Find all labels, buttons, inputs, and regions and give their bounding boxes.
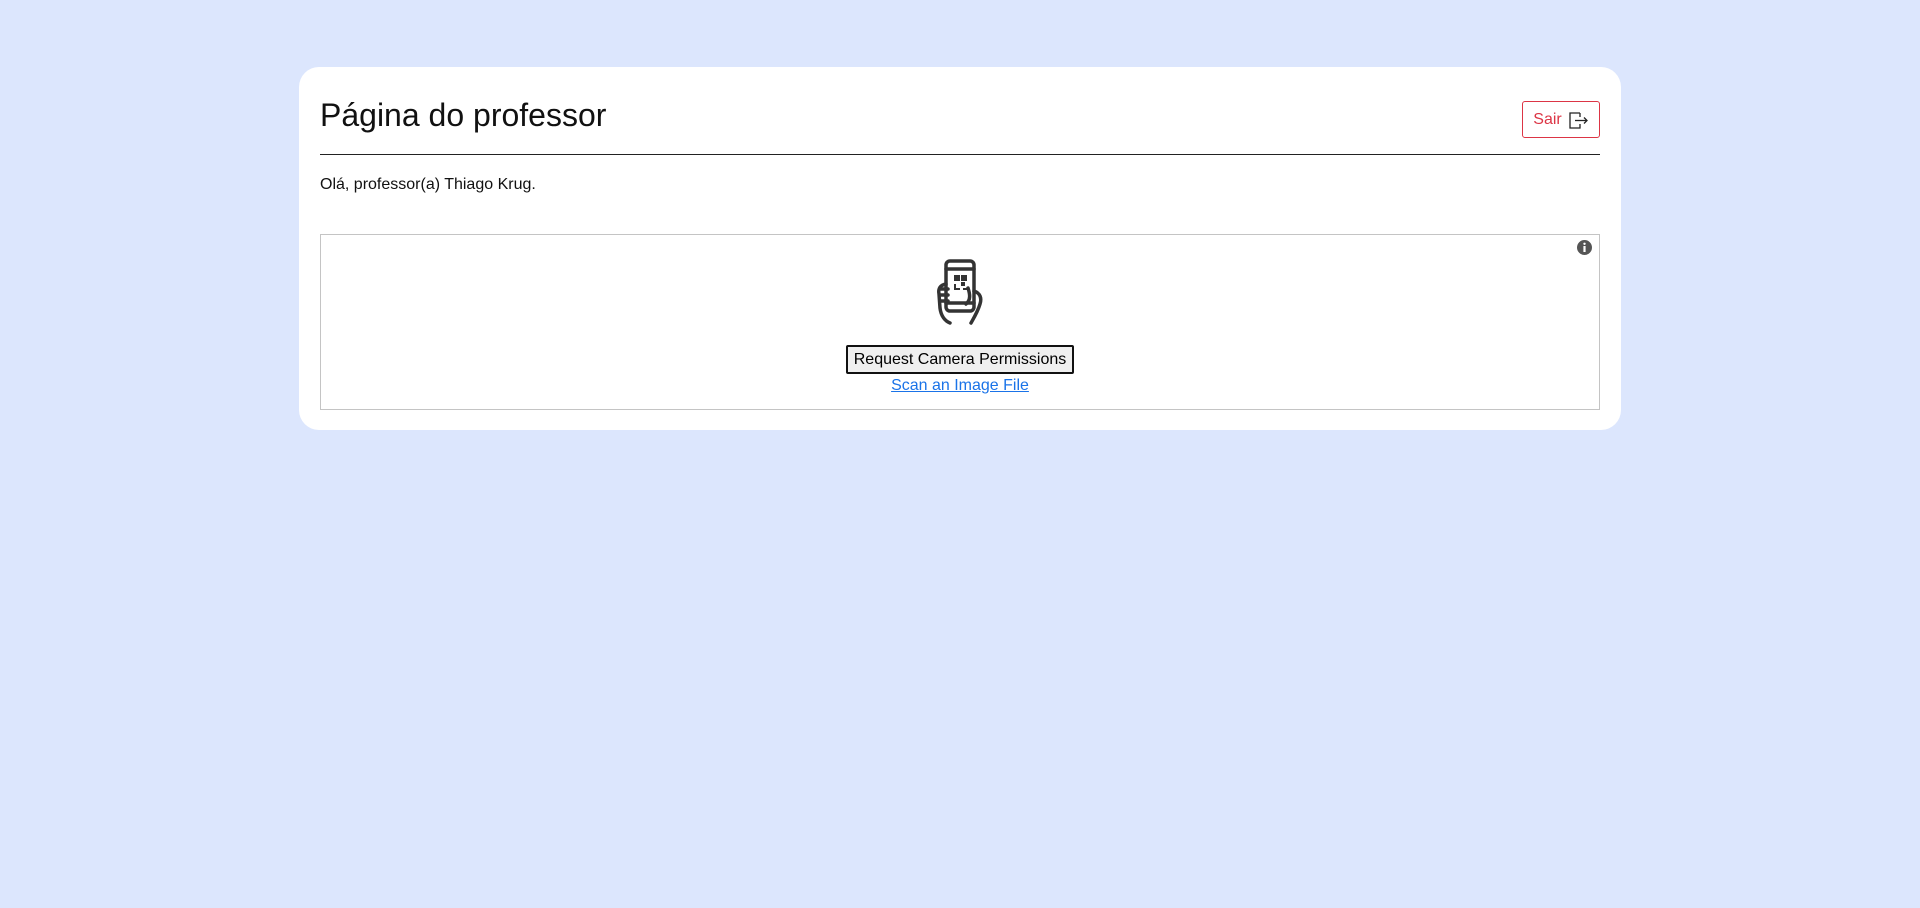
page-header: Página do professor Sair <box>320 67 1600 155</box>
phone-qr-scan-icon <box>933 258 987 326</box>
qr-scanner-panel: Request Camera Permissions Scan an Image… <box>320 234 1600 410</box>
greeting-text: Olá, professor(a) Thiago Krug. <box>320 176 536 193</box>
logout-icon <box>1567 109 1589 131</box>
info-icon[interactable] <box>1576 239 1593 256</box>
logout-button[interactable]: Sair <box>1522 101 1600 138</box>
logout-label: Sair <box>1533 110 1562 128</box>
scan-image-file-label[interactable]: Scan an Image File <box>891 377 1029 394</box>
scan-image-file-link[interactable]: Scan an Image File <box>321 377 1599 395</box>
main-card: Página do professor Sair Olá, professor(… <box>299 67 1621 430</box>
page-title: Página do professor <box>320 97 607 133</box>
request-camera-permissions-button[interactable]: Request Camera Permissions <box>846 345 1074 374</box>
